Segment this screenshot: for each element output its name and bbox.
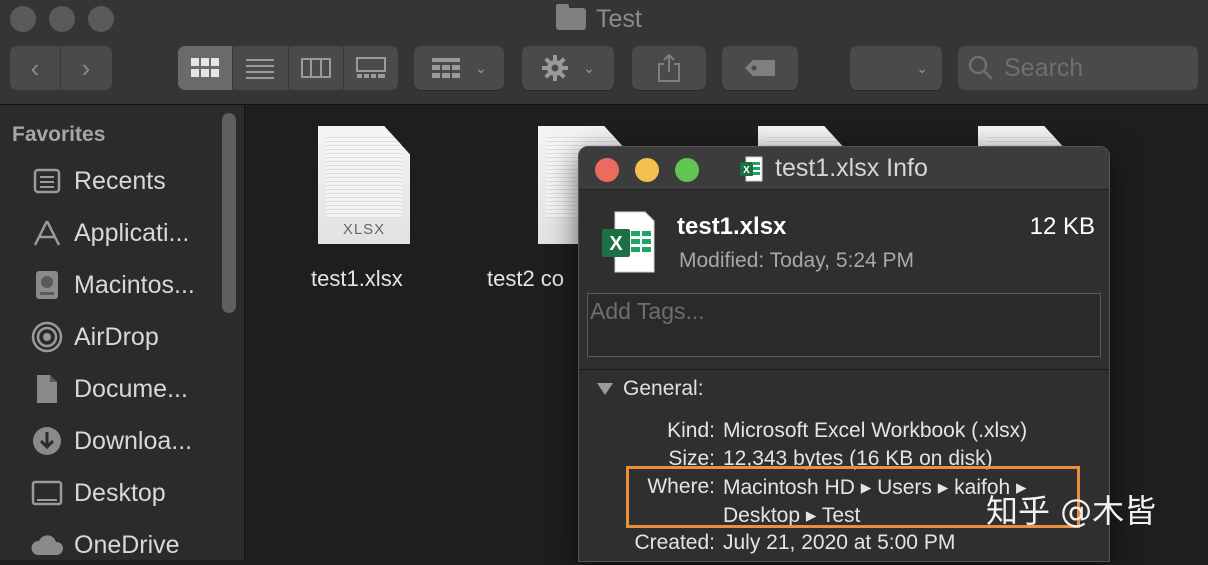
sort-dropdown[interactable]: ⌄ xyxy=(850,46,942,90)
icon-view-button[interactable] xyxy=(178,46,234,90)
created-label: Created: xyxy=(634,531,715,554)
svg-text:X: X xyxy=(609,233,623,255)
group-grid-icon xyxy=(432,58,461,78)
sidebar-item-label: Downloa... xyxy=(74,426,193,455)
share-button[interactable] xyxy=(632,46,706,90)
sidebar-item-label: Applicati... xyxy=(74,218,190,247)
window-title: Test xyxy=(556,4,642,34)
sidebar-item-airdrop[interactable]: AirDrop xyxy=(30,317,159,357)
info-modified: Modified: Today, 5:24 PM xyxy=(679,249,915,272)
download-icon xyxy=(30,424,64,458)
airdrop-icon xyxy=(30,320,64,354)
file-name[interactable]: test2 co xyxy=(487,266,564,292)
sidebar: Favorites Recents Applicati... Macintos.… xyxy=(0,105,245,560)
kind-value: Microsoft Excel Workbook (.xlsx) xyxy=(723,419,1028,442)
excel-large-icon: X xyxy=(602,211,655,273)
info-filesize: 12 KB xyxy=(1029,213,1095,240)
chevron-right-icon: › xyxy=(81,53,91,83)
kind-label: Kind: xyxy=(667,419,715,442)
nav-buttons: ‹ › xyxy=(10,46,112,90)
share-icon xyxy=(658,53,680,82)
chevron-left-icon: ‹ xyxy=(30,53,40,83)
chevron-down-icon: ⌄ xyxy=(583,59,595,76)
file-test1[interactable]: XLSX xyxy=(314,126,414,244)
info-window-title: X test1.xlsx Info xyxy=(739,154,928,183)
sidebar-item-onedrive[interactable]: OneDrive xyxy=(30,525,180,565)
sidebar-item-documents[interactable]: Docume... xyxy=(30,369,188,409)
sidebar-scrollbar[interactable] xyxy=(222,113,236,313)
applications-icon xyxy=(30,216,64,250)
excel-icon: X xyxy=(740,156,763,181)
grid-icon xyxy=(191,58,220,77)
tags-placeholder: Add Tags... xyxy=(590,298,705,324)
section-divider xyxy=(579,369,1109,370)
list-icon xyxy=(246,59,275,79)
gear-icon xyxy=(542,55,569,81)
zoom-window-button[interactable] xyxy=(88,6,114,32)
document-icon xyxy=(30,372,64,406)
columns-icon xyxy=(300,58,331,78)
group-by-button[interactable]: ⌄ xyxy=(414,46,504,90)
view-mode-switch xyxy=(178,46,398,90)
sidebar-item-label: AirDrop xyxy=(74,322,159,351)
window-title-text: Test xyxy=(596,4,642,33)
general-section-label: General: xyxy=(623,377,704,400)
finder-toolbar: Test ‹ › ⌄ ⌄ ⌄ Search xyxy=(0,0,1208,105)
chevron-down-icon: ⌄ xyxy=(475,59,487,76)
sidebar-item-macintosh[interactable]: Macintos... xyxy=(30,265,195,305)
clock-icon xyxy=(30,164,64,198)
cloud-icon xyxy=(30,528,64,562)
column-view-button[interactable] xyxy=(289,46,344,90)
tags-field[interactable]: Add Tags... xyxy=(587,293,1101,357)
created-value: July 21, 2020 at 5:00 PM xyxy=(723,531,956,554)
disclosure-triangle-icon xyxy=(597,383,613,395)
info-title-text: test1.xlsx Info xyxy=(775,154,928,182)
file-ext: XLSX xyxy=(342,221,386,238)
search-icon xyxy=(968,55,993,80)
chevron-down-icon: ⌄ xyxy=(916,59,928,76)
info-filename: test1.xlsx xyxy=(677,213,787,240)
minimize-window-button[interactable] xyxy=(49,6,75,32)
gallery-view-button[interactable] xyxy=(344,46,398,90)
info-minimize-button[interactable] xyxy=(635,158,659,182)
folder-icon xyxy=(556,4,586,30)
sidebar-item-desktop[interactable]: Desktop xyxy=(30,473,166,513)
sidebar-item-downloads[interactable]: Downloa... xyxy=(30,421,192,461)
info-zoom-button[interactable] xyxy=(675,158,699,182)
action-menu-button[interactable]: ⌄ xyxy=(522,46,614,90)
sidebar-item-label: Desktop xyxy=(74,478,166,507)
close-window-button[interactable] xyxy=(10,6,36,32)
xlsx-document-icon: XLSX xyxy=(318,126,410,244)
gallery-icon xyxy=(355,57,386,78)
edit-tags-button[interactable] xyxy=(722,46,798,90)
watermark: 知乎 @木皆 xyxy=(986,492,1157,530)
search-field[interactable]: Search xyxy=(958,46,1198,90)
hard-drive-icon xyxy=(30,268,64,302)
sidebar-item-label: Macintos... xyxy=(74,270,195,299)
sidebar-heading: Favorites xyxy=(12,123,106,146)
general-section-toggle[interactable]: General: xyxy=(597,377,704,401)
file-name[interactable]: test1.xlsx xyxy=(311,266,403,292)
list-view-button[interactable] xyxy=(233,46,289,90)
sidebar-item-label: Recents xyxy=(74,166,166,195)
back-button[interactable]: ‹ xyxy=(10,46,61,90)
sidebar-item-label: OneDrive xyxy=(74,530,180,559)
desktop-icon xyxy=(30,476,64,510)
sidebar-item-recents[interactable]: Recents xyxy=(30,161,166,201)
info-close-button[interactable] xyxy=(595,158,619,182)
tag-icon xyxy=(745,60,775,76)
search-placeholder: Search xyxy=(1004,53,1084,82)
sidebar-item-applications[interactable]: Applicati... xyxy=(30,213,189,253)
info-title-bar: X test1.xlsx Info xyxy=(579,147,1109,190)
svg-text:X: X xyxy=(743,165,750,176)
forward-button[interactable]: › xyxy=(61,46,111,90)
sidebar-item-label: Docume... xyxy=(74,374,188,403)
